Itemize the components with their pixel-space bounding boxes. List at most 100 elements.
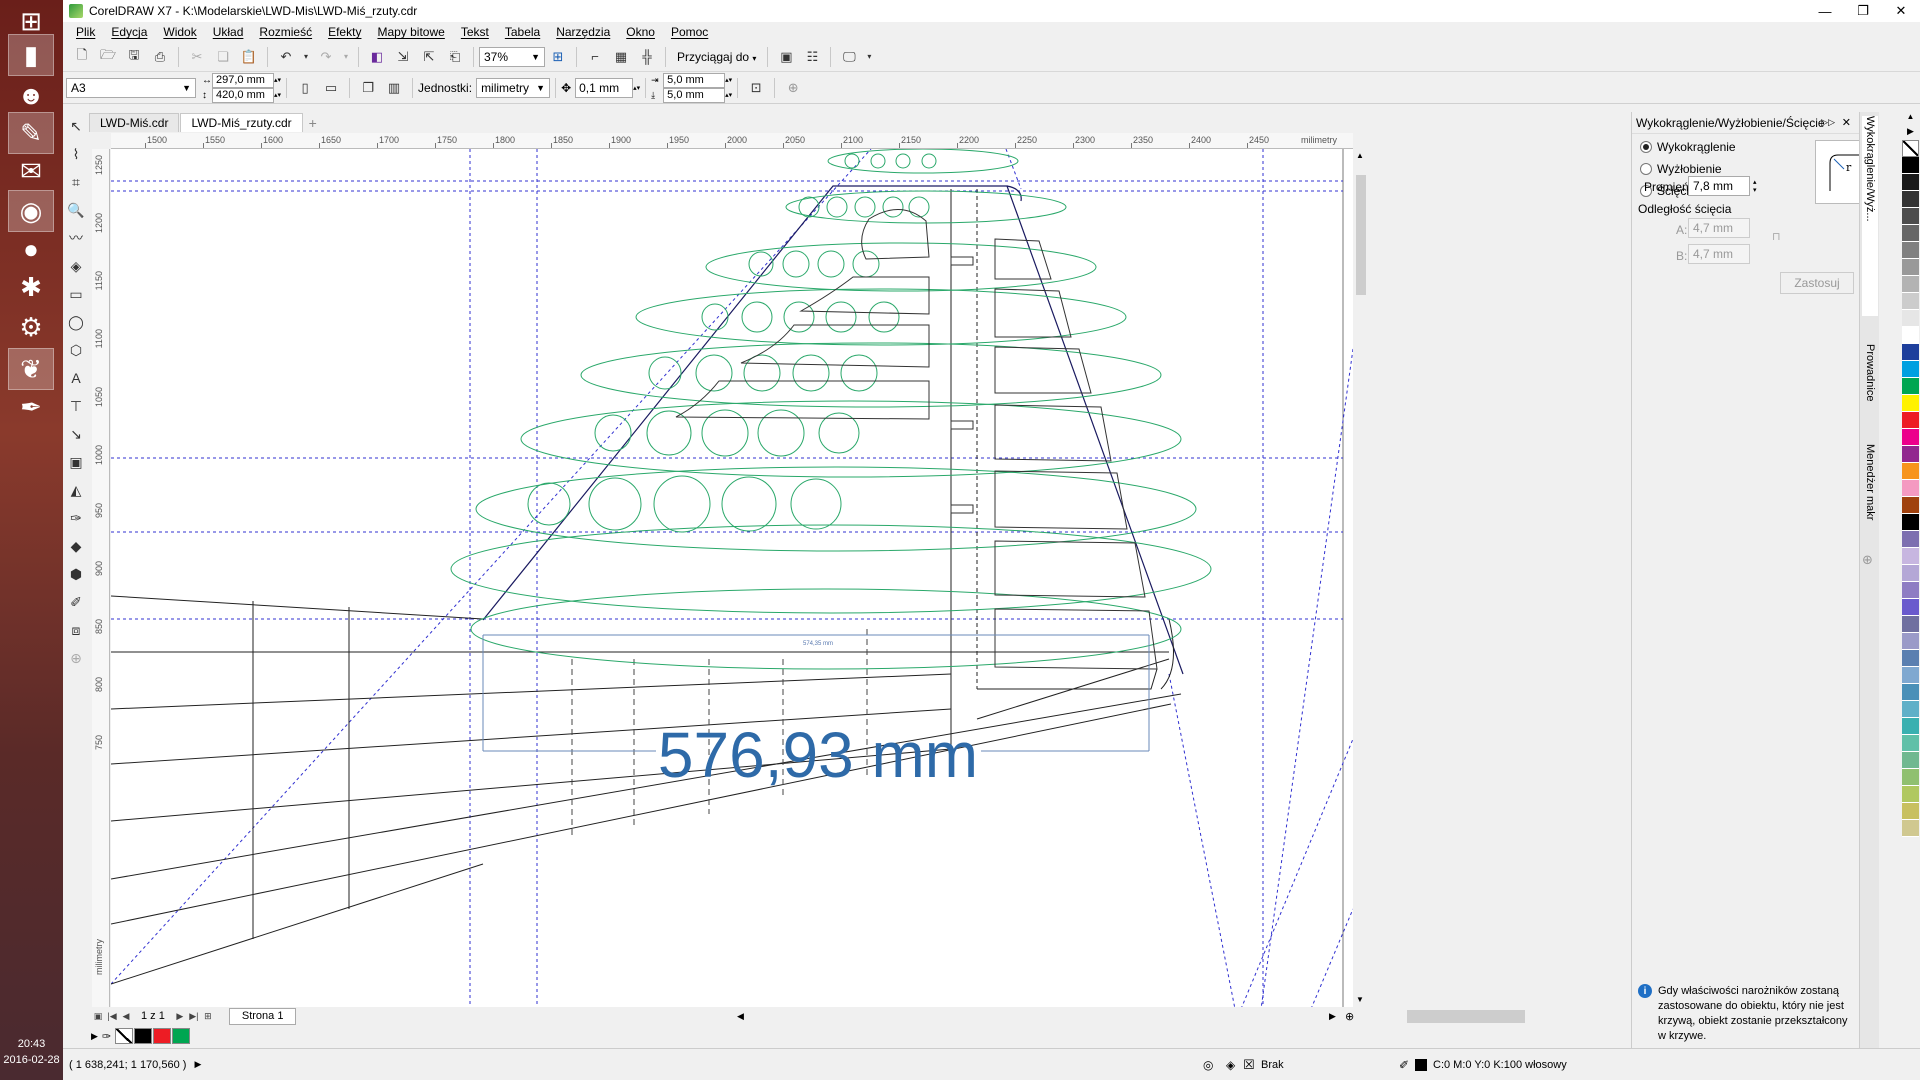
pick-tool-icon[interactable]: ↖: [63, 112, 89, 140]
spinner-icon[interactable]: ▴▾: [274, 76, 281, 84]
palette-swatch[interactable]: [1902, 174, 1919, 191]
scroll-right-icon[interactable]: ▶: [1329, 1011, 1336, 1022]
palette-swatch[interactable]: [1902, 497, 1919, 514]
new-document-icon[interactable]: 🗋: [71, 46, 93, 68]
undo-icon[interactable]: ↶: [275, 46, 297, 68]
status-expand-icon[interactable]: ▶: [194, 1059, 201, 1070]
snap-to-dropdown[interactable]: Przyciągaj do ▾: [671, 50, 762, 64]
taskbar-clock[interactable]: 20:43 2016-02-28: [0, 1036, 63, 1068]
a-field[interactable]: 4,7 mm: [1688, 218, 1750, 238]
import-icon[interactable]: ⇲: [392, 46, 414, 68]
radius-field[interactable]: 7,8 mm: [1688, 176, 1750, 196]
scroll-up-icon[interactable]: ▲: [1356, 151, 1364, 160]
cut-icon[interactable]: ✂: [186, 46, 208, 68]
outline-status[interactable]: C:0 M:0 Y:0 K:100 włosowy: [1433, 1059, 1567, 1071]
palette-swatch[interactable]: [1902, 463, 1919, 480]
palette-swatch[interactable]: [1902, 310, 1919, 327]
close-icon[interactable]: ✕: [1842, 116, 1851, 129]
treat-as-filled-icon[interactable]: ⊡: [745, 77, 767, 99]
undo-dropdown-icon[interactable]: ▾: [301, 46, 311, 68]
spinner-icon[interactable]: ▴▾: [725, 76, 732, 84]
palette-no-color[interactable]: [1902, 140, 1919, 157]
spinner-icon[interactable]: ▴▾: [1753, 178, 1757, 194]
palette-swatch[interactable]: [1902, 752, 1919, 769]
b-field[interactable]: 4,7 mm: [1688, 244, 1750, 264]
document-tab-active[interactable]: LWD-Miś_rzuty.cdr: [180, 113, 303, 132]
menu-mapy-bitowe[interactable]: Mapy bitowe: [369, 25, 452, 39]
mesh-fill-icon[interactable]: ⧈: [63, 616, 89, 644]
page-width-field[interactable]: 297,0 mm: [212, 72, 274, 88]
spinner-icon[interactable]: ▴▾: [633, 84, 640, 92]
all-pages-icon[interactable]: ❐: [357, 77, 379, 99]
prev-page-icon[interactable]: ◀: [119, 1011, 133, 1022]
palette-swatch[interactable]: [1902, 276, 1919, 293]
maximize-icon[interactable]: ❐: [1844, 0, 1882, 22]
scroll-down-icon[interactable]: ▼: [1356, 995, 1364, 1004]
palette-swatch[interactable]: [1902, 531, 1919, 548]
palette-swatch[interactable]: [1902, 684, 1919, 701]
outline-pen-icon[interactable]: ✐: [63, 588, 89, 616]
page-tab[interactable]: Strona 1: [228, 1007, 297, 1025]
palette-swatch[interactable]: [1902, 344, 1919, 361]
add-tool-icon[interactable]: ⊕: [63, 644, 89, 672]
palette-swatch[interactable]: [1902, 769, 1919, 786]
eyedropper-icon[interactable]: ✑: [102, 1030, 111, 1043]
palette-swatch[interactable]: [1902, 701, 1919, 718]
vertical-ruler[interactable]: milimetry 1250 1200 1150 1100 1050 1000 950 900…: [92, 149, 110, 1024]
palette-swatch[interactable]: [1902, 327, 1919, 344]
lock-icon[interactable]: ⊓: [1772, 230, 1781, 243]
ink-app-icon[interactable]: ✒: [8, 386, 54, 428]
menu-plik[interactable]: Plik: [68, 25, 103, 39]
drop-shadow-icon[interactable]: ▣: [63, 448, 89, 476]
palette-swatch[interactable]: [1902, 633, 1919, 650]
vertical-scrollbar[interactable]: ▲ ▼: [1353, 149, 1369, 1007]
palette-swatch[interactable]: [1902, 616, 1919, 633]
palette-scroll-up-icon[interactable]: ▲: [1901, 112, 1920, 126]
paste-icon[interactable]: 📋: [238, 46, 260, 68]
palette-swatch[interactable]: [1902, 599, 1919, 616]
swatch-red[interactable]: [153, 1028, 172, 1044]
menu-rozmiesc[interactable]: Rozmieść: [251, 25, 320, 39]
palette-swatch[interactable]: [1902, 446, 1919, 463]
options-icon[interactable]: ☷: [801, 46, 823, 68]
nudge-distance-field[interactable]: 0,1 mm: [575, 77, 634, 98]
menu-tekst[interactable]: Tekst: [453, 25, 497, 39]
menu-tabela[interactable]: Tabela: [497, 25, 548, 39]
chrome-icon[interactable]: ◉: [8, 190, 54, 232]
palette-swatch[interactable]: [1902, 293, 1919, 310]
publish-pdf-icon[interactable]: ⎗: [444, 46, 466, 68]
menu-uklad[interactable]: Układ: [205, 25, 252, 39]
palette-swatch[interactable]: [1902, 820, 1919, 837]
last-page-icon[interactable]: ▶|: [187, 1011, 201, 1022]
smart-fill-icon[interactable]: ◈: [63, 252, 89, 280]
swatch-green[interactable]: [172, 1028, 191, 1044]
scroll-left-icon[interactable]: ◀: [737, 1011, 744, 1022]
palette-swatch[interactable]: [1902, 548, 1919, 565]
horizontal-scroll-thumb[interactable]: [1407, 1010, 1525, 1023]
palette-swatch[interactable]: [1902, 514, 1919, 531]
save-icon[interactable]: 🖫: [123, 46, 145, 68]
option-fillet[interactable]: Wykokrąglenie: [1632, 136, 1736, 158]
smart-fill-2-icon[interactable]: ⬢: [63, 560, 89, 588]
menu-pomoc[interactable]: Pomoc: [663, 25, 716, 39]
fill-status[interactable]: Brak: [1261, 1059, 1284, 1071]
next-page-icon[interactable]: ▶: [173, 1011, 187, 1022]
docker-collapse-icon[interactable]: ▷▷: [1821, 117, 1835, 128]
palette-swatch[interactable]: [1902, 803, 1919, 820]
swatch-none[interactable]: [115, 1028, 134, 1044]
coreldraw-icon[interactable]: ❦: [8, 348, 54, 390]
show-grid-icon[interactable]: ▦: [610, 46, 632, 68]
first-page-icon[interactable]: |◀: [105, 1011, 119, 1022]
close-icon[interactable]: ✕: [1882, 0, 1920, 22]
freehand-tool-icon[interactable]: 〰: [63, 224, 89, 252]
apply-button[interactable]: Zastosuj: [1780, 272, 1854, 294]
add-page-icon[interactable]: ⊞: [201, 1011, 215, 1022]
color-proof-icon[interactable]: ◎: [1203, 1058, 1213, 1072]
palette-swatch[interactable]: [1902, 718, 1919, 735]
transparency-tool-icon[interactable]: ◭: [63, 476, 89, 504]
puzzle-app-icon[interactable]: ✱: [8, 266, 54, 308]
add-toolbar-item-icon[interactable]: ⊕: [782, 77, 804, 99]
redo-dropdown-icon[interactable]: ▾: [341, 46, 351, 68]
palette-swatch[interactable]: [1902, 208, 1919, 225]
show-rulers-icon[interactable]: ⌐: [584, 46, 606, 68]
